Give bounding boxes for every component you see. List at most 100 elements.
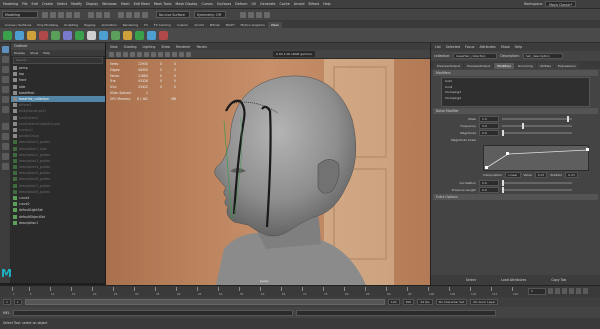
- menuset-dropdown[interactable]: Modeling: [2, 11, 38, 18]
- ae-footer-button[interactable]: Select: [466, 278, 476, 282]
- bookmark-icon[interactable]: [123, 51, 128, 57]
- snap-point-icon[interactable]: [134, 11, 140, 18]
- modifiers-section-header[interactable]: Modifiers: [433, 70, 598, 76]
- shelf-tool-icon[interactable]: [63, 30, 72, 40]
- hypershade-layout-icon[interactable]: [2, 163, 9, 170]
- menu-item-3[interactable]: Create: [42, 2, 53, 6]
- start-time-field[interactable]: 1: [3, 299, 11, 305]
- attribute-slider[interactable]: [502, 129, 572, 136]
- slider-knob[interactable]: [502, 179, 504, 186]
- attribute-slider[interactable]: [502, 186, 572, 193]
- xray-icon[interactable]: [179, 51, 184, 57]
- ae-tab[interactable]: Preview/Output: [464, 63, 494, 69]
- attribute-value-field[interactable]: 0.0: [479, 186, 499, 193]
- four-view-layout-icon[interactable]: [2, 133, 9, 140]
- outliner-menu-item[interactable]: Help: [43, 50, 50, 56]
- current-frame-field[interactable]: 1: [528, 288, 546, 295]
- open-scene-icon[interactable]: [50, 11, 56, 18]
- viewport-menu-item[interactable]: Lighting: [143, 45, 156, 49]
- save-scene-icon[interactable]: [58, 11, 64, 18]
- command-input[interactable]: [12, 309, 293, 316]
- viewport-menu-item[interactable]: Panels: [197, 45, 207, 49]
- menu-item-11[interactable]: Mesh Display: [176, 2, 198, 6]
- shelf-tool-icon[interactable]: [147, 30, 156, 40]
- anim-layer-dropdown[interactable]: No Anim Layer: [470, 299, 499, 305]
- menu-item-5[interactable]: Modify: [71, 2, 82, 6]
- slider-knob[interactable]: [566, 115, 569, 122]
- range-bar[interactable]: [24, 299, 385, 305]
- ae-tab[interactable]: Utilities: [536, 63, 554, 69]
- menu-item-7[interactable]: Windows: [102, 2, 117, 6]
- modifier-list[interactable]: Cut1 Coil1 Clumping1 Clumping2: [441, 77, 590, 107]
- ae-menu-item[interactable]: Help: [515, 43, 523, 51]
- shadows-icon[interactable]: [172, 51, 177, 57]
- attribute-value-field[interactable]: 0.0: [479, 129, 499, 136]
- shelf-tool-icon[interactable]: [39, 30, 48, 40]
- ramp-value-field[interactable]: 0.07: [534, 172, 548, 178]
- go-end-icon[interactable]: [583, 288, 588, 294]
- shelf-tool-icon[interactable]: [27, 30, 36, 40]
- step-forward-icon[interactable]: [576, 288, 581, 294]
- shelf-tool-icon[interactable]: [51, 30, 60, 40]
- isolate-select-icon[interactable]: [186, 51, 191, 57]
- camera-attributes-icon[interactable]: [116, 51, 121, 57]
- attribute-slider[interactable]: [502, 179, 572, 186]
- menu-item-10[interactable]: Mesh Tools: [154, 2, 172, 6]
- color-management-field[interactable]: 0.00 1.00 sRGB gamma: [273, 51, 315, 57]
- outliner-menu-item[interactable]: Display: [14, 50, 25, 56]
- time-slider[interactable]: 1 5 10 15 20 25 30 35 40 45 50 55 60 65 70 75 80 85 90 95 10…: [0, 285, 600, 297]
- menu-item-13[interactable]: Surfaces: [217, 2, 231, 6]
- viewport-menu-item[interactable]: Show: [161, 45, 170, 49]
- symmetry-dropdown[interactable]: Symmetry: Off: [194, 11, 226, 18]
- lights-icon[interactable]: [165, 51, 170, 57]
- snap-grid-icon[interactable]: [118, 11, 124, 18]
- command-language-label[interactable]: MEL: [3, 311, 10, 315]
- ae-menu-item[interactable]: Show: [501, 43, 510, 51]
- shelf-tool-icon[interactable]: [3, 30, 12, 40]
- select-object-icon[interactable]: [96, 11, 102, 18]
- collection-field[interactable]: baseHair_collection: [453, 53, 498, 59]
- ae-tab[interactable]: Expressions: [554, 63, 579, 69]
- attribute-value-field[interactable]: 3.0: [479, 122, 499, 129]
- menu-item-0[interactable]: Modeling: [3, 2, 18, 6]
- menu-item-6[interactable]: Display: [86, 2, 98, 6]
- outliner-item[interactable]: description1: [11, 220, 105, 226]
- lasso-tool-icon[interactable]: [2, 56, 9, 63]
- attribute-slider[interactable]: [502, 122, 572, 129]
- viewport-menu-item[interactable]: Renderer: [176, 45, 191, 49]
- modifier-item[interactable]: Clumping2: [445, 96, 586, 102]
- ae-footer-button[interactable]: Copy Tab: [551, 278, 566, 282]
- viewport-menu-item[interactable]: Shading: [124, 45, 137, 49]
- menu-item-19[interactable]: Bifrost: [308, 2, 319, 6]
- select-component-icon[interactable]: [104, 11, 110, 18]
- shelf-tool-icon[interactable]: [99, 30, 108, 40]
- workspace-selector[interactable]: Workspace: Maya Classic*: [524, 1, 576, 7]
- menu-item-14[interactable]: Deform: [235, 2, 247, 6]
- magnitude-scale-ramp[interactable]: [483, 145, 589, 171]
- snap-curve-icon[interactable]: [126, 11, 132, 18]
- workspace-dropdown[interactable]: Maya Classic*: [545, 1, 576, 7]
- snap-view-icon[interactable]: [142, 11, 148, 18]
- menu-item-2[interactable]: Edit: [32, 2, 38, 6]
- redo-icon[interactable]: [74, 11, 80, 18]
- ae-tab[interactable]: Preview/Output: [434, 63, 464, 69]
- scale-tool-icon[interactable]: [2, 96, 9, 103]
- end-time-field[interactable]: 200: [402, 299, 415, 305]
- ae-tab[interactable]: Modifiers: [494, 63, 514, 69]
- slider-knob[interactable]: [502, 186, 504, 193]
- grid-toggle-icon[interactable]: [137, 51, 142, 57]
- attribute-value-field[interactable]: 1.0: [479, 115, 499, 122]
- new-scene-icon[interactable]: [42, 11, 48, 18]
- smooth-shade-icon[interactable]: [151, 51, 156, 57]
- shelf-tool-icon[interactable]: [111, 30, 120, 40]
- live-surface-field[interactable]: No Live Surface: [156, 11, 190, 18]
- wireframe-icon[interactable]: [144, 51, 149, 57]
- menu-item-20[interactable]: Help: [323, 2, 331, 6]
- ae-menu-item[interactable]: Selected: [446, 43, 460, 51]
- interpolation-dropdown[interactable]: Linear: [505, 172, 521, 178]
- fps-dropdown[interactable]: 24 fps: [417, 299, 433, 305]
- ae-menu-item[interactable]: Attributes: [479, 43, 495, 51]
- outliner-search-input[interactable]: Search...: [13, 57, 103, 64]
- shelf-tool-icon[interactable]: [159, 30, 168, 40]
- shelf-tool-icon[interactable]: [135, 30, 144, 40]
